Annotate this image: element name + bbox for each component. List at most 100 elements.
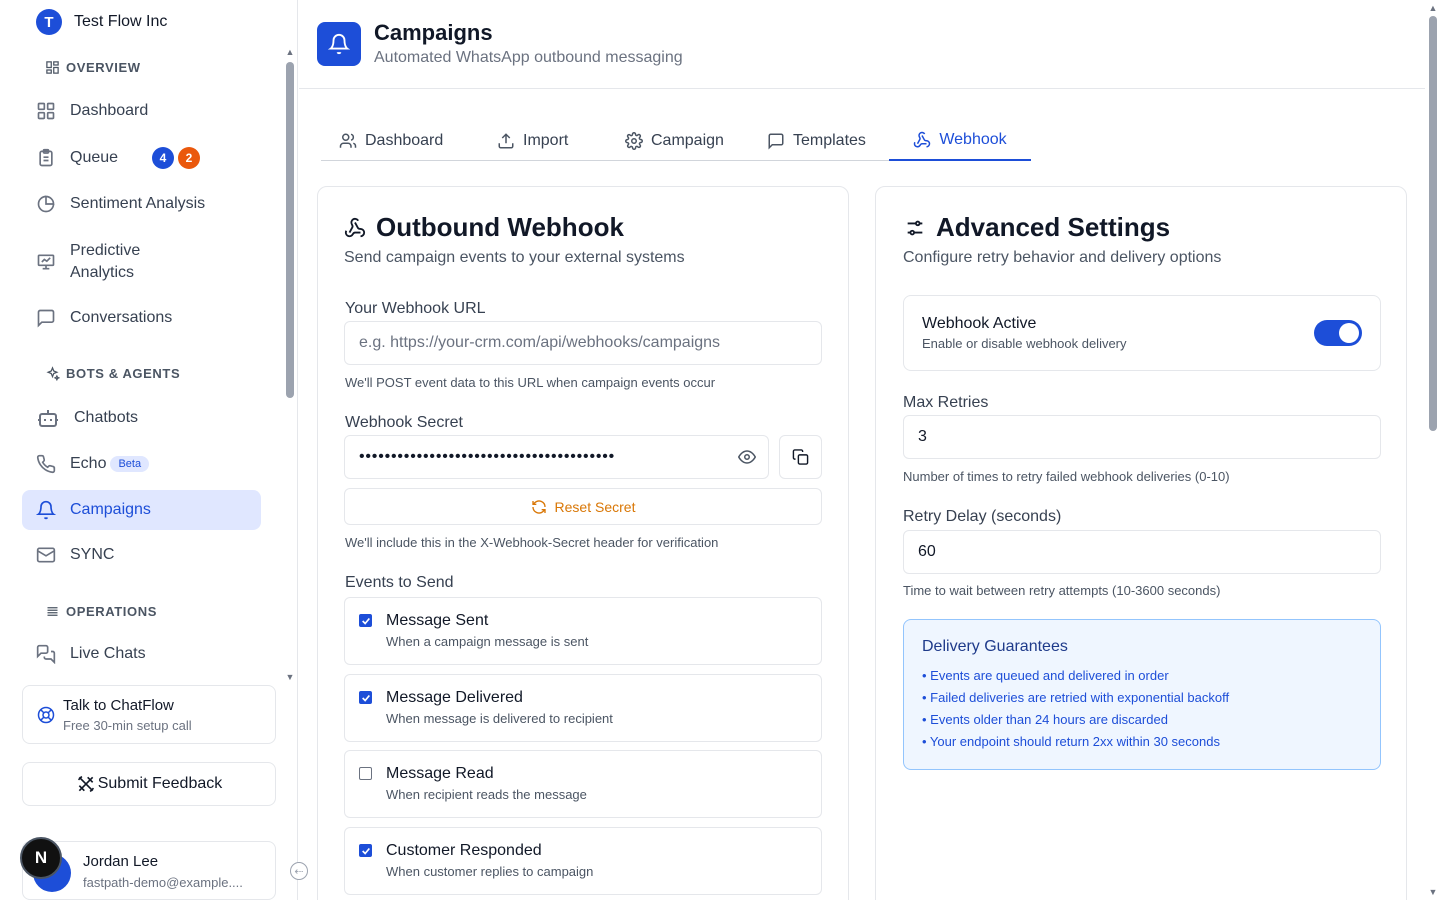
talk-subtitle: Free 30-min setup call — [63, 718, 192, 733]
sidebar-item-queue[interactable]: Queue 4 2 — [22, 138, 261, 178]
sidebar-item-label: Dashboard — [70, 102, 149, 119]
copy-icon — [792, 448, 809, 466]
event-message-delivered[interactable]: Message Delivered When message is delive… — [344, 674, 822, 742]
bell-icon — [36, 500, 56, 520]
submit-feedback-button[interactable]: Submit Feedback — [22, 762, 276, 806]
submit-feedback-label: Submit Feedback — [97, 775, 223, 792]
message-square-icon — [767, 132, 785, 150]
queue-alert-badge: 2 — [178, 147, 200, 169]
sidebar-scroll-down[interactable]: ▼ — [285, 673, 295, 682]
main-scroll-down[interactable]: ▼ — [1428, 888, 1438, 897]
max-retries-hint: Number of times to retry failed webhook … — [903, 469, 1230, 484]
tab-campaign[interactable]: Campaign — [625, 120, 724, 161]
event-customer-responded[interactable]: Customer Responded When customer replies… — [344, 827, 822, 895]
sidebar-scroll-up[interactable]: ▲ — [285, 48, 295, 57]
refresh-icon — [531, 499, 547, 515]
card-title-text: Advanced Settings — [936, 212, 1171, 242]
sidebar-item-sync[interactable]: SYNC — [22, 535, 261, 575]
delivery-guarantees-list: • Events are queued and delivered in ord… — [922, 667, 1229, 755]
customer-responded-checkbox[interactable] — [359, 844, 372, 857]
webhook-secret-value: •••••••••••••••••••••••••••••••••••••••• — [359, 448, 616, 465]
event-desc: When customer replies to campaign — [386, 864, 594, 879]
advanced-settings-card: Advanced Settings Configure retry behavi… — [875, 186, 1407, 900]
section-bots-label: BOTS & AGENTS — [66, 366, 181, 381]
webhook-url-input[interactable]: e.g. https://your-crm.com/api/webhooks/c… — [344, 321, 822, 365]
delivery-guarantees-box: Delivery Guarantees • Events are queued … — [903, 619, 1381, 770]
sidebar-item-live-chats[interactable]: Live Chats — [22, 634, 261, 674]
tab-label: Import — [523, 131, 569, 149]
sidebar-item-predictive[interactable]: Predictive Analytics — [22, 236, 261, 288]
users-icon — [339, 132, 357, 150]
list-item: • Events older than 24 hours are discard… — [922, 712, 1168, 727]
event-desc: When message is delivered to recipient — [386, 711, 613, 726]
collapse-sidebar-button[interactable]: ⇠ — [290, 862, 308, 880]
sparkles-icon — [45, 366, 60, 381]
sidebar-item-conversations[interactable]: Conversations — [22, 298, 261, 338]
mail-icon — [36, 545, 56, 565]
tab-dashboard[interactable]: Dashboard — [339, 120, 443, 161]
message-delivered-checkbox[interactable] — [359, 691, 372, 704]
retry-delay-label: Retry Delay (seconds) — [903, 508, 1062, 525]
tab-label: Campaign — [651, 131, 724, 149]
message-read-checkbox[interactable] — [359, 767, 372, 780]
sidebar-item-campaigns[interactable]: Campaigns — [22, 490, 261, 530]
page-title: Campaigns — [374, 20, 493, 45]
webhook-icon — [913, 131, 931, 149]
main-scroll-up[interactable]: ▲ — [1428, 4, 1438, 13]
sliders-icon — [904, 217, 926, 239]
sidebar-item-label: Queue — [70, 149, 119, 166]
queue-count-badge: 4 — [152, 147, 174, 169]
tab-webhook[interactable]: Webhook — [889, 120, 1031, 161]
section-overview-label: OVERVIEW — [66, 60, 141, 75]
copy-secret-button[interactable] — [779, 435, 822, 479]
tab-import[interactable]: Import — [497, 120, 568, 161]
phone-icon — [36, 454, 56, 474]
messages-icon — [36, 644, 56, 664]
events-label: Events to Send — [345, 574, 454, 591]
reset-secret-button[interactable]: Reset Secret — [344, 488, 822, 525]
sidebar-scrollbar[interactable] — [286, 62, 294, 398]
tab-label: Webhook — [939, 130, 1007, 148]
message-sent-checkbox[interactable] — [359, 614, 372, 627]
life-buoy-icon — [37, 706, 55, 724]
gear-icon — [625, 131, 643, 150]
section-operations-label: OPERATIONS — [66, 604, 157, 619]
card-title-text: Outbound Webhook — [376, 212, 624, 242]
list-item: • Events are queued and delivered in ord… — [922, 668, 1169, 683]
event-title: Message Delivered — [386, 689, 523, 706]
sidebar-item-echo[interactable]: Echo Beta — [22, 444, 261, 484]
org-avatar: T — [36, 9, 62, 35]
delivery-guarantees-title: Delivery Guarantees — [922, 638, 1068, 655]
clipboard-icon — [36, 148, 56, 168]
retry-delay-input[interactable]: 60 — [903, 530, 1381, 574]
page-header: Campaigns Automated WhatsApp outbound me… — [299, 0, 1425, 89]
event-desc: When a campaign message is sent — [386, 634, 589, 649]
webhook-secret-input[interactable]: •••••••••••••••••••••••••••••••••••••••• — [344, 435, 769, 479]
webhook-active-toggle[interactable] — [1314, 320, 1362, 346]
sidebar-item-label: Predictive Analytics — [70, 240, 140, 284]
sidebar-item-chatbots[interactable]: Chatbots — [22, 398, 261, 438]
presentation-chart-icon — [36, 252, 56, 272]
event-title: Message Sent — [386, 612, 489, 629]
sidebar-item-dashboard[interactable]: Dashboard — [22, 91, 261, 131]
layout-icon — [45, 60, 60, 75]
framework-dev-badge[interactable]: N — [20, 837, 62, 879]
max-retries-input[interactable]: 3 — [903, 415, 1381, 459]
tab-templates[interactable]: Templates — [767, 120, 866, 161]
section-operations: OPERATIONS — [45, 604, 157, 619]
talk-to-chatflow-card[interactable]: Talk to ChatFlow Free 30-min setup call — [22, 685, 276, 744]
sidebar-item-sentiment[interactable]: Sentiment Analysis — [22, 184, 261, 224]
org-switcher[interactable]: T Test Flow Inc — [36, 9, 167, 35]
page-subtitle: Automated WhatsApp outbound messaging — [374, 49, 683, 66]
message-square-icon — [36, 308, 56, 328]
user-email: fastpath-demo@example.... — [83, 875, 243, 890]
toggle-knob — [1339, 323, 1359, 343]
tab-label: Templates — [793, 131, 866, 149]
event-message-sent[interactable]: Message Sent When a campaign message is … — [344, 597, 822, 665]
tab-label: Dashboard — [365, 131, 444, 149]
event-message-read[interactable]: Message Read When recipient reads the me… — [344, 750, 822, 818]
main-scrollbar[interactable] — [1429, 16, 1437, 431]
talk-title: Talk to ChatFlow — [63, 697, 174, 714]
list-icon — [45, 604, 60, 619]
eye-icon[interactable] — [738, 448, 756, 466]
